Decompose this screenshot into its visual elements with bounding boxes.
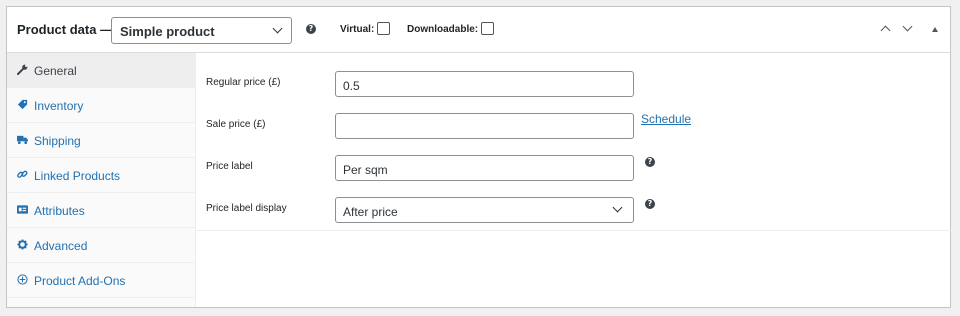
help-icon[interactable]: ? (306, 24, 316, 34)
help-icon[interactable]: ? (645, 157, 655, 167)
tab-shipping[interactable]: Shipping (7, 123, 196, 158)
regular-price-label: Regular price (£) (206, 77, 281, 88)
tab-general[interactable]: General (7, 53, 196, 88)
price-label-input[interactable]: Per sqm (335, 155, 634, 181)
tab-label: Advanced (34, 239, 88, 253)
tab-label: Inventory (34, 99, 84, 113)
sale-price-label: Sale price (£) (206, 119, 266, 130)
regular-price-input[interactable]: 0.5 (335, 71, 634, 97)
gear-icon (17, 239, 28, 250)
general-panel: Regular price (£) 0.5 Sale price (£) Sch… (196, 53, 951, 231)
schedule-link[interactable]: Schedule (641, 112, 691, 126)
product-type-value: Simple product (120, 24, 215, 39)
price-label-display-select[interactable]: After price (335, 197, 634, 223)
downloadable-checkbox[interactable] (481, 22, 494, 35)
sale-price-input[interactable] (335, 113, 634, 139)
price-label-label: Price label (206, 161, 253, 172)
tab-product-add-ons[interactable]: Product Add-Ons (7, 263, 196, 298)
price-label-display-value: After price (343, 205, 398, 219)
tab-label: General (34, 64, 77, 78)
tab-label: Product Add-Ons (34, 274, 126, 288)
price-label-display-label: Price label display (206, 203, 287, 214)
product-data-panel: Product data — Simple product ? Virtual:… (6, 6, 951, 308)
plus-circle-icon (17, 274, 28, 285)
move-up-icon[interactable] (879, 22, 893, 36)
tab-advanced[interactable]: Advanced (7, 228, 196, 263)
tab-label: Attributes (34, 204, 85, 218)
move-down-icon[interactable] (901, 21, 915, 36)
product-data-header: Product data — Simple product ? Virtual:… (7, 7, 950, 53)
product-type-select[interactable]: Simple product (111, 17, 292, 44)
tab-inventory[interactable]: Inventory (7, 88, 196, 123)
list-card-icon (17, 205, 28, 214)
link-icon (17, 170, 28, 178)
help-icon[interactable]: ? (645, 199, 655, 209)
tab-attributes[interactable]: Attributes (7, 193, 196, 228)
virtual-label: Virtual: (340, 24, 375, 35)
tab-label: Linked Products (34, 169, 121, 183)
collapse-toggle-icon[interactable] (932, 27, 938, 32)
wrench-icon (17, 64, 28, 75)
chevron-down-icon (612, 202, 623, 213)
product-data-tabs: General Inventory Shipping Linked Produc… (7, 53, 196, 307)
panel-title: Product data — (17, 22, 114, 37)
chevron-down-icon (272, 23, 283, 34)
downloadable-label: Downloadable: (407, 24, 479, 35)
truck-icon (17, 135, 28, 145)
tag-icon (17, 99, 28, 110)
virtual-checkbox[interactable] (377, 22, 390, 35)
tab-linked-products[interactable]: Linked Products (7, 158, 196, 193)
tab-label: Shipping (34, 134, 81, 148)
